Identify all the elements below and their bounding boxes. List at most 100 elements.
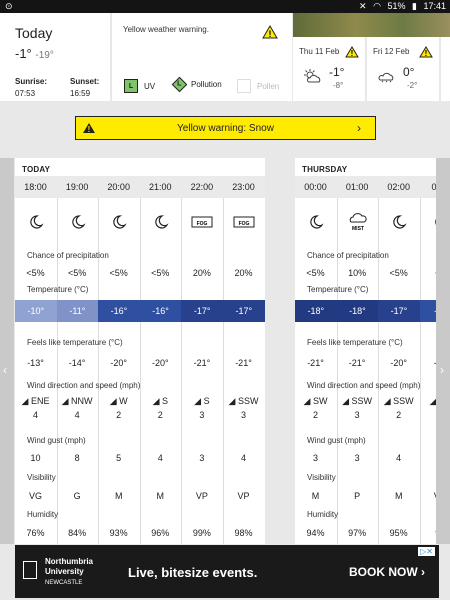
sun-cloud-icon: [304, 69, 321, 83]
ad-banner[interactable]: Northumbria University NEWCASTLE Live, bit…: [15, 545, 439, 598]
precip-label: Chance of precipitation: [27, 251, 109, 260]
clear-night-icon: [71, 215, 86, 229]
vis-value: VP: [195, 491, 208, 501]
wind-arrow-icon: ◢: [383, 396, 394, 406]
scroll-left-area[interactable]: ‹: [0, 158, 14, 544]
day-heading: THURSDAY: [302, 165, 348, 174]
precip-value: <5%: [306, 268, 325, 278]
wind-direction: ◢ SSW: [337, 396, 378, 407]
day-high: 0°: [403, 65, 415, 79]
day-card-partial[interactable]: [441, 37, 450, 101]
hum-value: 95%: [389, 528, 408, 538]
svg-text:FOG: FOG: [197, 221, 208, 227]
clear-night-icon: [310, 215, 324, 229]
pollen-icon: [237, 79, 251, 93]
hourly-panel-thursday: THURSDAY 00:00 01:00 02:00 03:0 MIST Chance of…: [295, 158, 436, 544]
ad-name-line2: University: [45, 567, 84, 576]
vis-value: M: [394, 491, 403, 501]
day-card-fri[interactable]: Fri 12 Feb ! 0° -2°: [367, 37, 439, 101]
background-photo: [293, 13, 450, 37]
day-heading: TODAY: [22, 165, 51, 174]
wind-label: Wind direction and speed (mph): [27, 381, 141, 390]
scroll-right-area[interactable]: ›: [436, 158, 450, 544]
wind-speed: 3: [240, 410, 246, 420]
hum-value: 94%: [306, 528, 325, 538]
hour-label: 19:00: [65, 182, 89, 192]
wind-arrow-icon: ◢: [21, 396, 31, 406]
feels-label: Feels like temperature (°C): [307, 338, 403, 347]
hour-label: 18:00: [24, 182, 47, 192]
feels-value: -20: [420, 358, 436, 368]
cloud-icon: [378, 72, 394, 83]
svg-text:!: !: [425, 49, 428, 58]
precip-value: 20%: [192, 268, 211, 278]
vis-value: P: [354, 491, 361, 501]
ad-name-line3: NEWCASTLE: [45, 580, 83, 586]
precip-value: <5%: [26, 268, 45, 278]
wind-speed: 2: [116, 410, 122, 420]
gust-value: 8: [74, 453, 80, 463]
sunset-time: 16:59: [70, 89, 91, 98]
mute-icon: ✕: [359, 1, 367, 11]
mist-icon: MIST: [349, 213, 367, 232]
warning-banner[interactable]: ! Yellow warning: Snow ›: [75, 116, 376, 140]
ad-close-icon[interactable]: ▷✕: [418, 547, 435, 556]
temp-value: -18°: [336, 300, 379, 322]
today-low: -19°: [35, 50, 54, 61]
hum-value: 99%: [192, 528, 211, 538]
warning-triangle-icon: !: [419, 46, 433, 58]
wind-direction-text: SSW: [351, 396, 373, 406]
wind-direction: ◢ S: [140, 396, 181, 407]
ad-slogan: Live, bitesize events.: [128, 565, 258, 580]
svg-text:FOG: FOG: [239, 221, 250, 227]
temp-value: -11°: [56, 300, 99, 322]
hum-label: Humidity: [27, 510, 59, 519]
precip-value: <5%: [67, 268, 87, 278]
wind-direction: ◢ ENE: [15, 396, 56, 407]
wind-speed: 2: [312, 410, 318, 420]
wind-arrow-icon: ◢: [109, 396, 120, 406]
today-title: Today: [15, 25, 53, 41]
feels-value: -13°: [27, 358, 44, 368]
hour-label: 20:00: [107, 182, 130, 192]
warning-triangle-icon: !: [345, 46, 359, 58]
clear-night-icon: [435, 218, 436, 226]
wind-arrow-icon: ◢: [152, 396, 162, 406]
gust-value: 5: [420, 453, 436, 463]
feels-value: -21°: [348, 358, 366, 368]
today-high: -1°: [15, 46, 32, 61]
wind-arrow-icon: ◢: [228, 396, 238, 406]
day-card-thu[interactable]: Thu 11 Feb ! -1° -8°: [293, 37, 365, 101]
chevron-right-icon: ›: [357, 121, 361, 135]
pollution-level-icon: L: [171, 76, 188, 93]
gust-value: 5: [116, 453, 122, 463]
wind-arrow-icon: ◢: [61, 396, 72, 406]
uv-level: L: [124, 79, 138, 93]
vis-label: Visibility: [307, 473, 336, 482]
temp-value: -16°: [98, 300, 140, 322]
book-now-button[interactable]: BOOK NOW ›: [349, 565, 425, 579]
chevron-left-icon[interactable]: ‹: [3, 363, 7, 377]
wind-direction-text: SSW: [237, 396, 259, 406]
precip-value: <5%: [151, 268, 170, 278]
hour-label: 02:00: [387, 182, 410, 192]
today-card[interactable]: Today -1° -19° Sunrise: 07:53 Sunset: 16:5…: [0, 13, 110, 101]
hour-label: 22:00: [190, 182, 214, 192]
uv-badge: L UV: [124, 79, 155, 93]
fog-icon: FOG: [233, 216, 255, 228]
hour-header-row: 00:00 01:00 02:00 03:0: [295, 176, 436, 198]
wind-speed: 4: [74, 410, 80, 420]
battery-icon: ▮: [412, 1, 417, 11]
feels-value: -20°: [390, 358, 407, 368]
vis-value: VG: [28, 491, 42, 501]
gust-label: Wind gust (mph): [27, 436, 86, 445]
temp-label: Temperature (°C): [27, 285, 89, 294]
wind-direction: ◢ NNW: [57, 396, 98, 407]
vis-value: M: [114, 491, 123, 501]
temp-value: -17°: [378, 300, 420, 322]
status-right: ✕ ◠ 51% ▮ 17:41: [355, 1, 446, 12]
feels-label: Feels like temperature (°C): [27, 338, 123, 347]
feels-value: -21°: [235, 358, 252, 368]
chevron-right-icon[interactable]: ›: [440, 363, 444, 377]
warning-card[interactable]: Yellow weather warning. ! L UV L Pollution…: [112, 13, 292, 101]
